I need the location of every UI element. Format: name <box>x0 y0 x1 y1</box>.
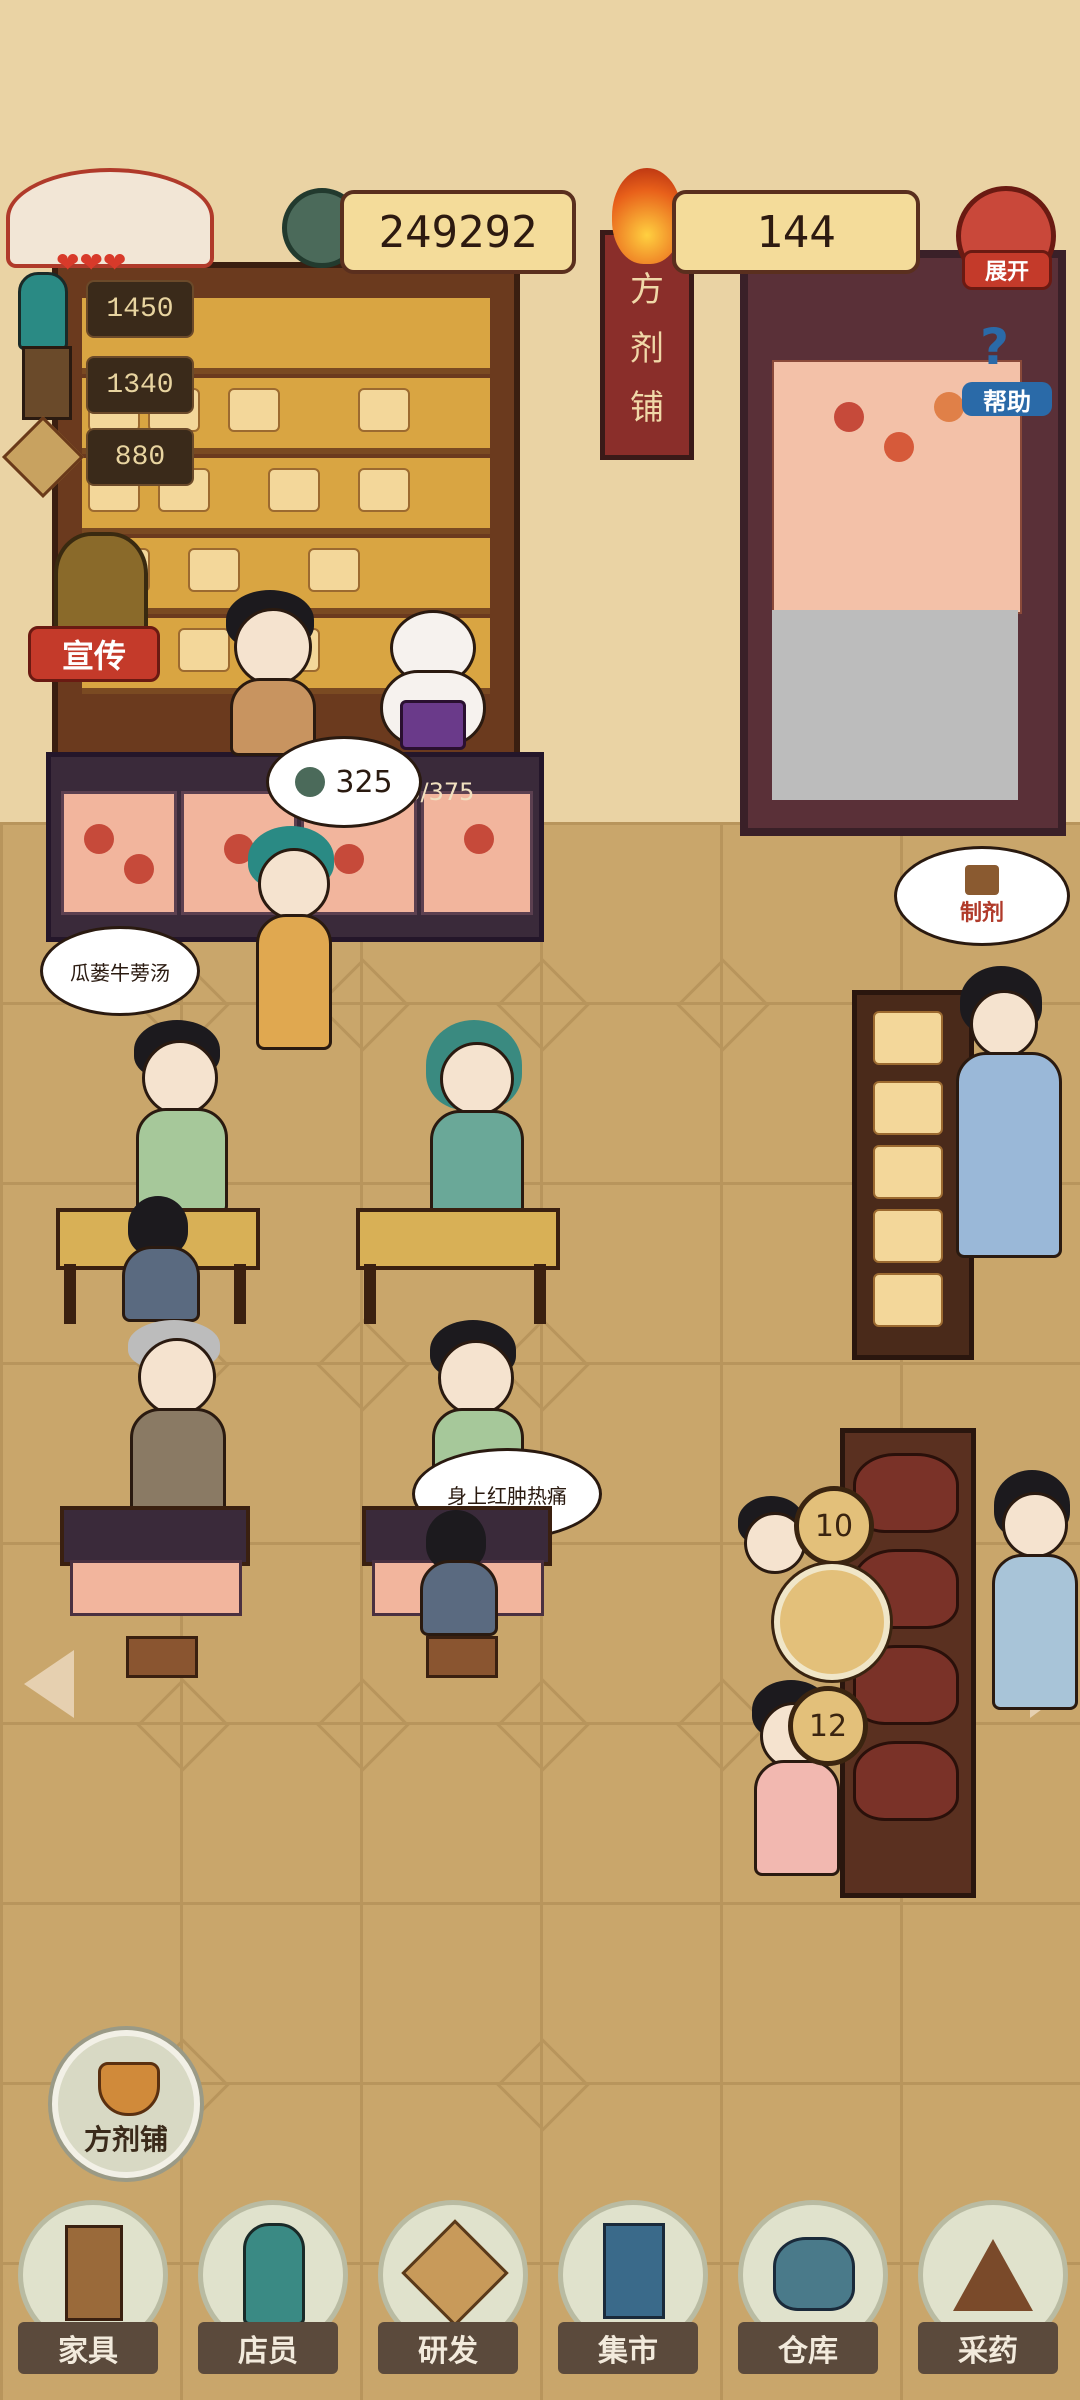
chair-icon <box>65 2225 123 2321</box>
white-cat[interactable] <box>370 610 490 750</box>
brew-timer-bottom[interactable]: 12 <box>788 1686 868 1766</box>
doctor-bearded[interactable] <box>424 1020 524 1216</box>
staff-fan-maid[interactable] <box>990 1470 1078 1770</box>
order-bubble[interactable]: 瓜蒌牛蒡汤 <box>40 926 200 1016</box>
expand-label[interactable]: 展开 <box>962 250 1052 290</box>
shop-button[interactable]: 方剂铺 <box>52 2030 200 2178</box>
coin-small-icon <box>295 767 326 797</box>
shop-button-label: 方剂铺 <box>83 2123 168 2156</box>
nav-warehouse-label[interactable]: 仓库 <box>738 2322 878 2374</box>
patient-back-2 <box>420 1510 498 1636</box>
treasure-chest-icon[interactable] <box>400 700 466 750</box>
coin-earning-bubble[interactable]: 325 <box>266 736 422 828</box>
market-icon <box>603 2223 665 2319</box>
staff-icon <box>243 2223 305 2325</box>
scroll-left-arrow-icon[interactable] <box>24 1650 74 1718</box>
mountain-icon <box>953 2239 1033 2311</box>
nav-gather-label[interactable]: 采药 <box>918 2322 1058 2374</box>
patient-back-1 <box>122 1196 200 1322</box>
mortar-icon <box>965 865 999 895</box>
staff-avatar-icon <box>18 272 68 350</box>
mortar-pestle-icon <box>98 2062 160 2116</box>
consult-table-3[interactable] <box>60 1506 250 1566</box>
promote-button[interactable]: 宣传 <box>28 626 160 682</box>
nav-furniture-label[interactable]: 家具 <box>18 2322 158 2374</box>
warehouse-icon <box>773 2237 855 2311</box>
help-button[interactable]: 帮助 <box>962 382 1052 416</box>
stat-value-staff: 1450 <box>86 280 194 338</box>
nav-market-label[interactable]: 集市 <box>558 2322 698 2374</box>
prepare-bubble[interactable]: 制剂 <box>894 846 1070 946</box>
nav-staff-label[interactable]: 店员 <box>198 2322 338 2374</box>
shopkeeper[interactable] <box>220 590 320 756</box>
coin-counter: 249292 <box>340 190 576 274</box>
bell-icon[interactable] <box>54 532 148 636</box>
consult-table-2[interactable] <box>356 1208 560 1270</box>
stat-value-furniture: 1340 <box>86 356 194 414</box>
door-opening <box>772 610 1018 800</box>
customer-green-girl[interactable] <box>246 826 336 1050</box>
nav-research-label[interactable]: 研发 <box>378 2322 518 2374</box>
fire-counter: 144 <box>672 190 920 274</box>
stat-value-recipes: 880 <box>86 428 194 486</box>
stool-2 <box>426 1636 498 1678</box>
teapot-icon[interactable] <box>774 1564 890 1680</box>
customer-green-man[interactable] <box>128 1020 228 1214</box>
stool-1 <box>126 1636 198 1678</box>
staff-blue-maid[interactable] <box>950 966 1062 1258</box>
heart-icon: ❤❤❤ <box>56 246 127 279</box>
doctor-elder[interactable] <box>124 1320 226 1514</box>
research-icon <box>401 2219 509 2327</box>
help-icon[interactable]: ? <box>980 318 1009 376</box>
brew-timer-top[interactable]: 10 <box>794 1486 874 1566</box>
chair-stat-icon <box>22 346 72 420</box>
